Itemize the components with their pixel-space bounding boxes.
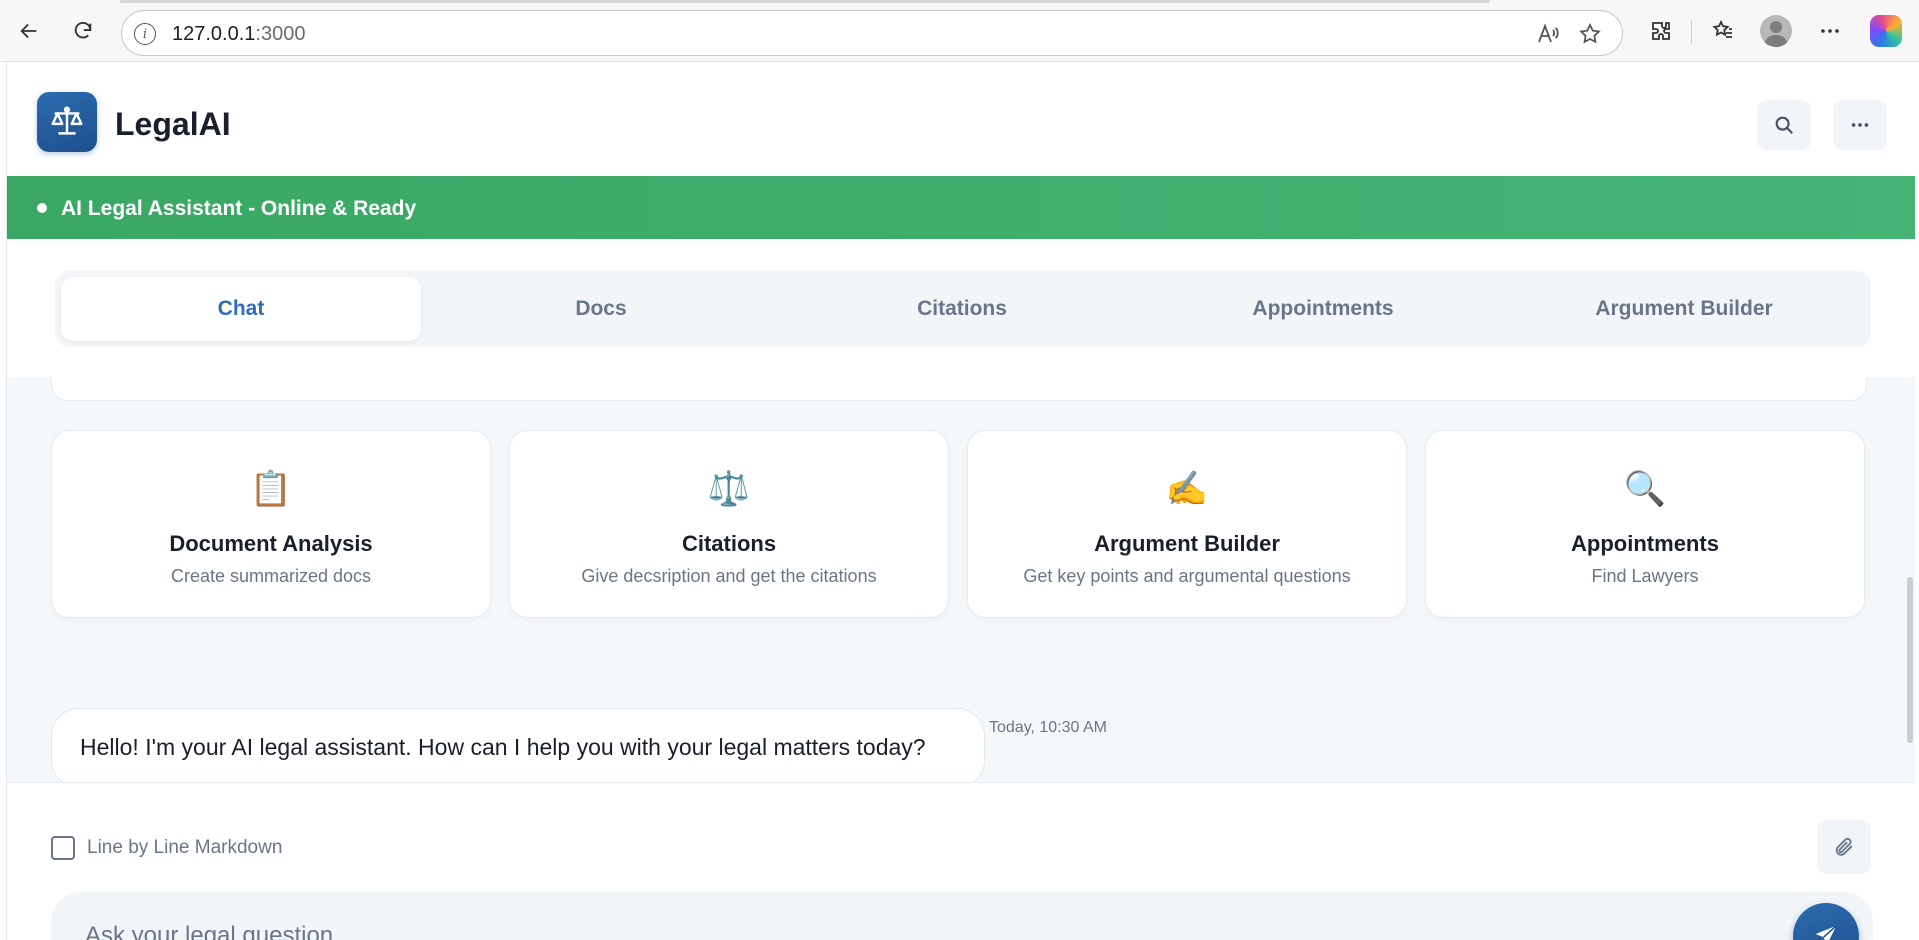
chat-input-container [51,892,1873,940]
magnifier-icon: 🔍 [1623,470,1667,508]
feature-description: Find Lawyers [1591,566,1699,586]
scales-icon: ⚖️ [707,470,751,508]
url-text: 127.0.0.1:3000 [172,23,306,45]
chat-input[interactable] [85,892,1745,940]
favorites-icon[interactable] [1707,15,1739,47]
extensions-icon[interactable] [1645,15,1677,47]
toolbar-separator [1691,20,1692,44]
status-text: AI Legal Assistant - Online & Ready [61,197,417,220]
message-text: Hello! I'm your AI legal assistant. How … [80,734,926,760]
more-options-button[interactable] [1833,100,1887,150]
paperclip-icon [1835,837,1853,856]
app-header: LegalAI [7,62,1915,176]
site-info-icon[interactable]: i [134,23,156,45]
scrolled-card [51,377,1867,401]
search-icon [1775,116,1794,135]
status-bar: AI Legal Assistant - Online & Ready [7,176,1915,239]
tab-chat[interactable]: Chat [61,277,421,341]
copilot-icon[interactable] [1870,15,1902,47]
feature-title: Argument Builder [1094,531,1280,556]
feature-description: Create summarized docs [170,566,372,586]
tab-docs[interactable]: Docs [421,277,781,341]
input-area: Line by Line Markdown [7,782,1915,940]
feature-card-citations[interactable]: ⚖️ Citations Give decsription and get th… [509,430,949,618]
address-bar[interactable]: i 127.0.0.1:3000 [121,10,1623,56]
browser-toolbar: i 127.0.0.1:3000 [0,0,1919,62]
scales-icon [37,92,97,152]
scrollbar-thumb[interactable] [1907,577,1913,743]
send-icon [1815,925,1837,940]
back-icon[interactable] [12,14,46,48]
feature-card-appointments[interactable]: 🔍 Appointments Find Lawyers [1425,430,1865,618]
clipboard-icon: 📋 [249,470,293,508]
feature-card-argument-builder[interactable]: ✍️ Argument Builder Get key points and a… [967,430,1407,618]
feature-title: Citations [681,531,777,556]
favorite-star-icon[interactable] [1577,21,1603,47]
feature-card-document-analysis[interactable]: 📋 Document Analysis Create summarized do… [51,430,491,618]
refresh-icon[interactable] [66,14,100,48]
read-aloud-icon[interactable] [1535,21,1561,47]
assistant-message: Hello! I'm your AI legal assistant. How … [51,708,985,782]
feature-title: Appointments [1571,531,1719,556]
chat-content: 📋 Document Analysis Create summarized do… [7,377,1915,782]
feature-description: Give decsription and get the citations [581,566,877,586]
attach-button[interactable] [1817,820,1871,874]
tab-bar-area: Chat Docs Citations Appointments Argumen… [7,239,1915,377]
status-indicator-dot [37,203,47,213]
tab-argument-builder[interactable]: Argument Builder [1504,277,1864,341]
profile-avatar[interactable] [1760,15,1792,47]
message-timestamp: Today, 10:30 AM [989,719,1107,736]
tab-strip [120,0,1490,3]
settings-more-icon[interactable] [1814,15,1846,47]
feature-description: Get key points and argumental questions [1023,566,1351,586]
app-title: LegalAI [115,106,231,142]
app-window: LegalAI AI Legal Assistant - Online & Re… [6,62,1915,940]
writing-hand-icon: ✍️ [1165,470,1209,508]
tab-bar: Chat Docs Citations Appointments Argumen… [55,271,1871,347]
search-button[interactable] [1757,100,1811,150]
feature-title: Document Analysis [169,531,373,556]
markdown-checkbox-label: Line by Line Markdown [87,837,283,858]
markdown-checkbox[interactable] [51,836,75,860]
tab-appointments[interactable]: Appointments [1143,277,1503,341]
tab-citations[interactable]: Citations [782,277,1142,341]
send-button[interactable] [1793,903,1859,940]
ellipsis-icon [1851,123,1869,127]
